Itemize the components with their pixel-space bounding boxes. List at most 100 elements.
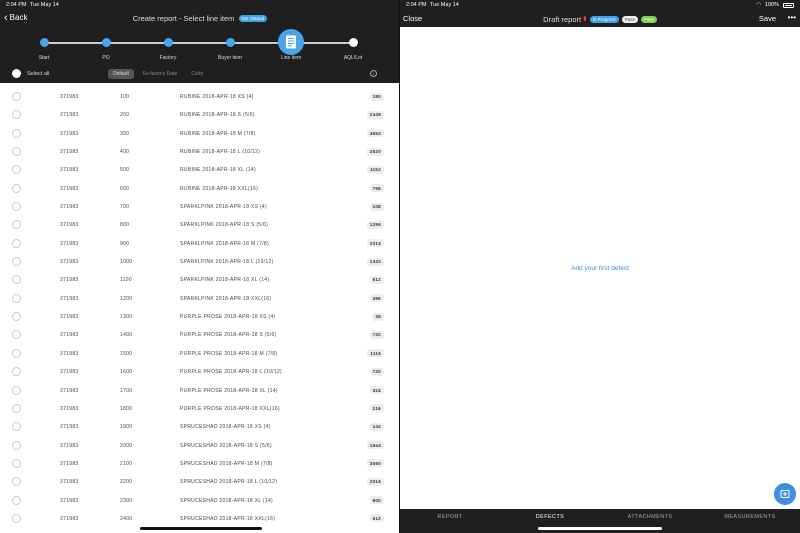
row-radio[interactable] (12, 92, 21, 101)
row-radio[interactable] (12, 477, 21, 487)
row-radio[interactable] (12, 440, 21, 450)
row-radio[interactable] (12, 495, 21, 505)
add-defect-fab[interactable] (774, 483, 796, 505)
row-radio[interactable] (12, 165, 21, 175)
table-row[interactable]: 371983 400 RUBINE 2018-APR-18 L (10/12) 252… (0, 142, 400, 160)
table-row[interactable]: 371983 1900 SPRUCESHAD 2018-APR-18 XS (4) 1… (0, 417, 400, 435)
row-line-number: 900 (120, 240, 130, 247)
tab-measurements[interactable]: MEASUREMENTS (700, 509, 800, 533)
row-po-number: 371983 (60, 222, 79, 229)
row-line-number: 1200 (120, 295, 133, 302)
row-radio[interactable] (12, 348, 21, 358)
step-factory-dot[interactable] (163, 38, 173, 47)
row-description: SPRUCESHAD 2018-APR-18 M (7/8) (180, 460, 273, 467)
row-radio[interactable] (12, 330, 21, 340)
table-row[interactable]: 371983 500 RUBINE 2018-APR-18 XL (14) 1152 (0, 160, 400, 178)
row-po-number: 371983 (60, 350, 79, 357)
row-radio[interactable] (12, 458, 21, 468)
table-row[interactable]: 371983 700 SPARKLPINK 2018-APR-18 XS (4) 10… (0, 197, 400, 215)
step-aql-lot-dot[interactable] (348, 38, 358, 47)
row-radio[interactable] (12, 312, 21, 322)
report-title: Draft report ▮ In Progress Pass Pass (400, 15, 800, 24)
row-radio[interactable] (12, 147, 21, 157)
save-button[interactable]: Save (759, 14, 776, 23)
status-pill-pass: Pass (640, 16, 657, 23)
table-row[interactable]: 371983 1300 PURPLE PROSE 2018-APR-18 XS (4… (0, 307, 400, 325)
row-quantity-badge: 3652 (366, 129, 384, 138)
row-radio[interactable] (12, 183, 21, 193)
row-line-number: 500 (120, 167, 130, 174)
row-quantity-badge: 3060 (366, 459, 384, 468)
row-description: SPARKLPINK 2018-APR-18 XL (14) (180, 277, 270, 284)
row-radio[interactable] (12, 238, 21, 248)
add-first-defect-link[interactable]: Add your first defect (400, 265, 800, 272)
row-po-number: 371983 (60, 405, 79, 412)
table-row[interactable]: 371983 900 SPARKLPINK 2018-APR-18 M (7/8) 2… (0, 234, 400, 252)
step-label-po: PO (102, 55, 110, 61)
row-radio[interactable] (12, 110, 21, 120)
row-line-number: 1600 (120, 369, 133, 376)
status-pill-result: Pass (621, 16, 638, 23)
row-radio[interactable] (12, 202, 21, 212)
table-row[interactable]: 371983 1600 PURPLE PROSE 2018-APR-18 L (10… (0, 362, 400, 380)
row-description: PURPLE PROSE 2018-APR-18 XS (4) (180, 314, 276, 321)
select-all-radio[interactable] (12, 69, 21, 78)
info-icon[interactable]: i (370, 70, 377, 77)
table-row[interactable]: 371983 2000 SPRUCESHAD 2018-APR-18 S (5/6)… (0, 436, 400, 454)
select-all-toggle[interactable]: Select all (12, 69, 49, 78)
row-radio[interactable] (12, 422, 21, 432)
row-radio[interactable] (12, 275, 21, 285)
row-radio[interactable] (12, 220, 21, 230)
row-po-number: 371983 (60, 332, 79, 339)
row-radio[interactable] (12, 293, 21, 303)
row-radio[interactable] (12, 385, 21, 395)
row-po-number: 371983 (60, 277, 79, 284)
step-line-item-current[interactable] (278, 29, 304, 55)
row-po-number: 371983 (60, 259, 79, 266)
step-buyer-item-dot[interactable] (225, 38, 235, 47)
wifi-icon: ◠ (756, 2, 761, 8)
row-po-number: 371983 (60, 479, 79, 486)
row-radio[interactable] (12, 513, 21, 523)
filter-bar: Select all Default Ex-factory Date Color… (0, 67, 400, 81)
segment-ex-factory-date[interactable]: Ex-factory Date (138, 69, 182, 79)
table-row[interactable]: 371983 2100 SPRUCESHAD 2018-APR-18 M (7/8)… (0, 454, 400, 472)
table-row[interactable]: 371983 1800 PURPLE PROSE 2018-APR-18 XXL(1… (0, 399, 400, 417)
row-po-number: 371983 (60, 167, 79, 174)
table-row[interactable]: 371983 1100 SPARKLPINK 2018-APR-18 XL (14)… (0, 270, 400, 288)
row-radio[interactable] (12, 403, 21, 413)
segment-default[interactable]: Default (108, 69, 134, 79)
table-row[interactable]: 371983 2400 SPRUCESHAD 2018-APR-18 XXL(16)… (0, 509, 400, 527)
table-row[interactable]: 371983 600 RUBINE 2018-APR-18 XXL(16) 756 (0, 179, 400, 197)
table-row[interactable]: 371983 1200 SPARKLPINK 2018-APR-18 XXL(16)… (0, 289, 400, 307)
table-row[interactable]: 371983 2200 SPRUCESHAD 2018-APR-18 L (10/1… (0, 472, 400, 490)
step-start-dot[interactable] (39, 38, 49, 47)
segment-color[interactable]: Color (186, 69, 208, 79)
table-row[interactable]: 371983 800 SPARKLPINK 2018-APR-18 S (5/6) 1… (0, 215, 400, 233)
select-all-label: Select all (27, 70, 50, 77)
more-options-button[interactable]: ••• (788, 13, 796, 22)
row-radio[interactable] (12, 257, 21, 267)
table-row[interactable]: 371983 100 RUBINE 2018-APR-18 XS (4) 180 (0, 87, 400, 105)
status-date: Tue May 14 (430, 2, 459, 8)
table-row[interactable]: 371983 300 RUBINE 2018-APR-18 M (7/8) 3652 (0, 124, 400, 142)
row-radio[interactable] (12, 128, 21, 138)
table-row[interactable]: 371983 200 RUBINE 2018-APR-18 S (5/6) 2448 (0, 105, 400, 123)
table-row[interactable]: 371983 2300 SPRUCESHAD 2018-APR-18 XL (14)… (0, 491, 400, 509)
stepper-line (44, 42, 354, 44)
table-row[interactable]: 371983 1700 PURPLE PROSE 2018-APR-18 XL (1… (0, 381, 400, 399)
table-row[interactable]: 371983 1500 PURPLE PROSE 2018-APR-18 M (7/… (0, 344, 400, 362)
status-indicators: ◠ 100% (756, 2, 794, 8)
flag-icon: ▮ (583, 16, 587, 22)
add-note-icon (780, 490, 790, 498)
table-row[interactable]: 371983 1000 SPARKLPINK 2018-APR-18 L (10/1… (0, 252, 400, 270)
row-po-number: 371983 (60, 185, 79, 192)
step-po-dot[interactable] (101, 38, 111, 47)
row-radio[interactable] (12, 367, 21, 377)
row-description: PURPLE PROSE 2018-APR-18 S (5/6) (180, 332, 277, 339)
table-row[interactable]: 371983 1400 PURPLE PROSE 2018-APR-18 S (5/… (0, 325, 400, 343)
step-label-factory: Factory (159, 55, 177, 61)
tab-report[interactable]: REPORT (400, 509, 500, 533)
row-description: RUBINE 2018-APR-18 M (7/8) (180, 130, 256, 137)
step-label-start: Start (38, 55, 50, 61)
